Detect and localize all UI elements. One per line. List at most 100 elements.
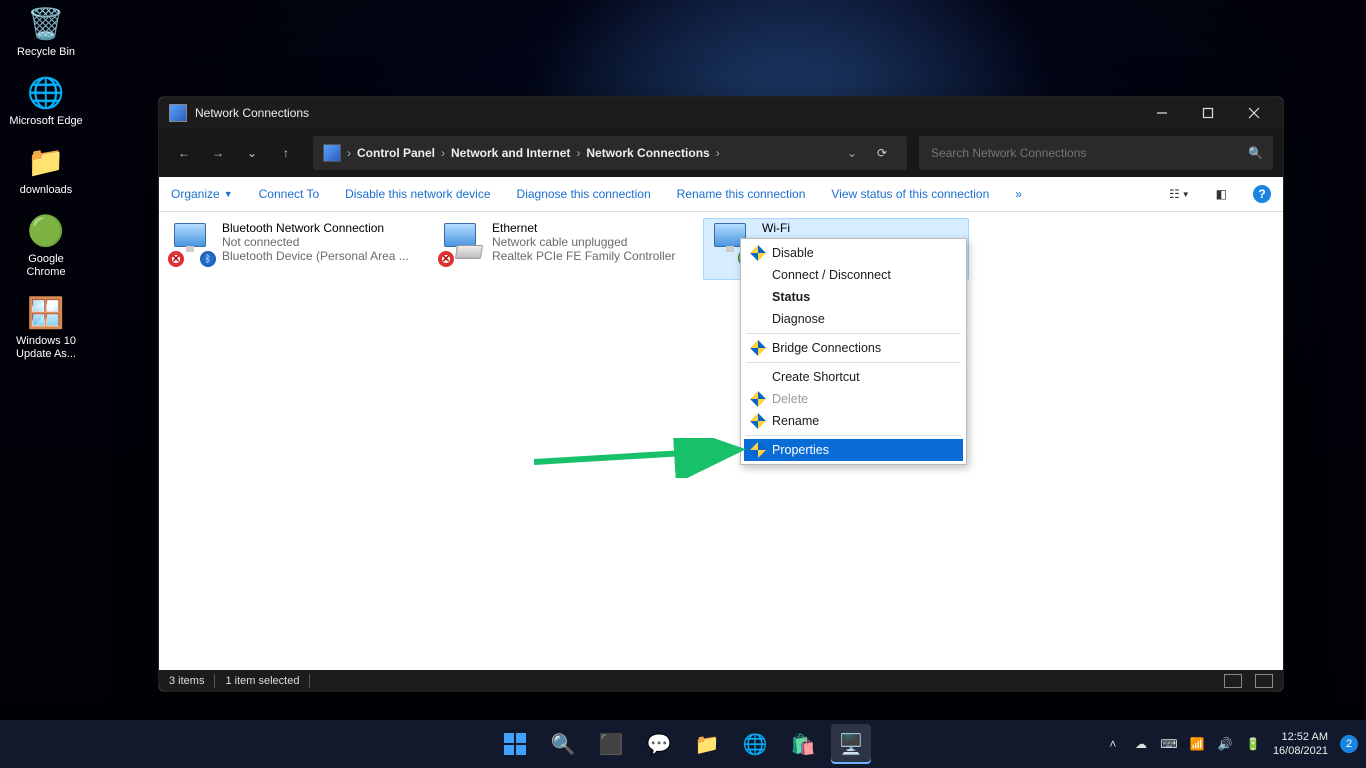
back-button[interactable]: ←: [169, 136, 199, 170]
edge-icon: 🌐: [743, 732, 768, 757]
help-button[interactable]: ?: [1253, 185, 1271, 203]
battery-icon[interactable]: 🔋: [1245, 736, 1261, 752]
folder-icon: 📁: [26, 142, 66, 182]
explorer-window[interactable]: Network Connections ← → ⌄ ↑ › Control Pa…: [158, 96, 1284, 692]
windows-update-icon: 🪟: [26, 293, 66, 333]
taskbar-search-button[interactable]: 🔍: [543, 724, 583, 764]
window-title: Network Connections: [195, 106, 309, 120]
titlebar[interactable]: Network Connections: [159, 97, 1283, 129]
content-area[interactable]: ᛒ Bluetooth Network Connection Not conne…: [159, 212, 1283, 670]
menu-item-properties[interactable]: Properties: [744, 439, 963, 461]
taskbar-explorer-button[interactable]: 📁: [687, 724, 727, 764]
onedrive-icon[interactable]: ☁: [1133, 736, 1149, 752]
minimize-icon: [1156, 107, 1168, 119]
connection-name: Bluetooth Network Connection: [222, 221, 422, 235]
desktop-icon-label: Recycle Bin: [17, 46, 75, 59]
menu-item-rename[interactable]: Rename: [744, 410, 963, 432]
bluetooth-overlay-icon: ᛒ: [200, 251, 216, 267]
maximize-button[interactable]: [1185, 97, 1231, 129]
time-text: 12:52 AM: [1273, 730, 1328, 744]
taskbar-network-window[interactable]: 🖥️: [831, 724, 871, 764]
breadcrumb-item[interactable]: Network and Internet: [451, 146, 570, 160]
close-icon: [1248, 107, 1260, 119]
dropdown-triangle-icon: ▼: [224, 189, 233, 199]
address-dropdown-button[interactable]: ⌄: [843, 146, 861, 160]
desktop[interactable]: 🗑️ Recycle Bin 🌐 Microsoft Edge 📁 downlo…: [0, 0, 1366, 768]
taskbar[interactable]: 🔍 ⬛ 💬 📁 🌐 🛍️ 🖥️ ˄ ☁ ⌨ 📶 🔊 🔋 12:52 AM 16/…: [0, 720, 1366, 768]
annotation-arrow: [534, 438, 754, 478]
connection-icon: ᛒ: [170, 221, 214, 265]
preview-pane-button[interactable]: ◧: [1216, 187, 1227, 201]
menu-item-create-shortcut[interactable]: Create Shortcut: [744, 366, 963, 388]
cmd-diagnose[interactable]: Diagnose this connection: [517, 187, 651, 201]
connection-status: Network cable unplugged: [492, 235, 692, 249]
volume-icon[interactable]: 🔊: [1217, 736, 1233, 752]
large-icons-view-button[interactable]: [1255, 674, 1273, 688]
connection-ethernet[interactable]: Ethernet Network cable unplugged Realtek…: [433, 218, 699, 280]
taskbar-chat-button[interactable]: 💬: [639, 724, 679, 764]
cmd-overflow[interactable]: »: [1015, 187, 1022, 201]
connections-list: ᛒ Bluetooth Network Connection Not conne…: [159, 212, 1283, 286]
details-view-button[interactable]: [1224, 674, 1242, 688]
menu-item-status[interactable]: Status: [744, 286, 963, 308]
context-menu[interactable]: Disable Connect / Disconnect Status Diag…: [740, 238, 967, 465]
keyboard-icon[interactable]: ⌨: [1161, 736, 1177, 752]
organize-label: Organize: [171, 187, 220, 201]
close-button[interactable]: [1231, 97, 1277, 129]
wifi-tray-icon[interactable]: 📶: [1189, 736, 1205, 752]
menu-separator: [746, 362, 961, 363]
menu-item-connect-disconnect[interactable]: Connect / Disconnect: [744, 264, 963, 286]
desktop-icon-label: Windows 10 Update As...: [8, 335, 84, 361]
command-bar: Organize ▼ Connect To Disable this netwo…: [159, 177, 1283, 212]
desktop-icon-chrome[interactable]: 🟢 Google Chrome: [8, 211, 84, 279]
search-box[interactable]: 🔍: [919, 136, 1273, 170]
connection-name: Wi-Fi: [762, 221, 962, 235]
network-window-icon: 🖥️: [839, 732, 864, 757]
forward-button[interactable]: →: [203, 136, 233, 170]
system-tray[interactable]: ˄ ☁ ⌨ 📶 🔊 🔋 12:52 AM 16/08/2021 2: [1105, 730, 1358, 758]
search-input[interactable]: [929, 145, 1248, 161]
connection-bluetooth[interactable]: ᛒ Bluetooth Network Connection Not conne…: [163, 218, 429, 280]
tray-overflow-button[interactable]: ˄: [1105, 736, 1121, 752]
menu-item-delete: Delete: [744, 388, 963, 410]
address-bar[interactable]: › Control Panel › Network and Internet ›…: [313, 136, 907, 170]
cmd-rename[interactable]: Rename this connection: [677, 187, 806, 201]
date-text: 16/08/2021: [1273, 744, 1328, 758]
breadcrumb-item[interactable]: Control Panel: [357, 146, 435, 160]
desktop-icon-downloads[interactable]: 📁 downloads: [8, 142, 84, 197]
view-options-button[interactable]: ☷ ▼: [1169, 187, 1190, 201]
search-icon: 🔍: [1248, 146, 1263, 160]
breadcrumb-item[interactable]: Network Connections: [586, 146, 709, 160]
refresh-button[interactable]: ⟳: [867, 146, 897, 160]
taskbar-store-button[interactable]: 🛍️: [783, 724, 823, 764]
cmd-disable-device[interactable]: Disable this network device: [345, 187, 490, 201]
status-selected-count: 1 item selected: [225, 675, 299, 687]
connection-meta: Wi-Fi: [762, 221, 962, 235]
maximize-icon: [1202, 107, 1214, 119]
desktop-icon-recycle-bin[interactable]: 🗑️ Recycle Bin: [8, 4, 84, 59]
desktop-icon-update-assistant[interactable]: 🪟 Windows 10 Update As...: [8, 293, 84, 361]
task-view-button[interactable]: ⬛: [591, 724, 631, 764]
windows-logo-icon: [504, 733, 526, 755]
start-button[interactable]: [495, 724, 535, 764]
menu-separator: [746, 435, 961, 436]
recent-locations-button[interactable]: ⌄: [237, 136, 267, 170]
connection-icon: [440, 221, 484, 265]
minimize-button[interactable]: [1139, 97, 1185, 129]
menu-item-disable[interactable]: Disable: [744, 242, 963, 264]
connection-status: Not connected: [222, 235, 422, 249]
up-button[interactable]: ↑: [271, 136, 301, 170]
taskbar-clock[interactable]: 12:52 AM 16/08/2021: [1273, 730, 1328, 758]
organize-menu[interactable]: Organize ▼: [171, 187, 233, 201]
desktop-icon-edge[interactable]: 🌐 Microsoft Edge: [8, 73, 84, 128]
cmd-view-status[interactable]: View status of this connection: [831, 187, 989, 201]
menu-separator: [746, 333, 961, 334]
cmd-connect-to[interactable]: Connect To: [259, 187, 320, 201]
chevron-right-icon: ›: [347, 146, 351, 160]
menu-item-bridge[interactable]: Bridge Connections: [744, 337, 963, 359]
notification-badge[interactable]: 2: [1340, 735, 1358, 753]
connection-device: Bluetooth Device (Personal Area ...: [222, 249, 422, 263]
taskbar-edge-button[interactable]: 🌐: [735, 724, 775, 764]
status-bar: 3 items 1 item selected: [159, 670, 1283, 692]
menu-item-diagnose[interactable]: Diagnose: [744, 308, 963, 330]
